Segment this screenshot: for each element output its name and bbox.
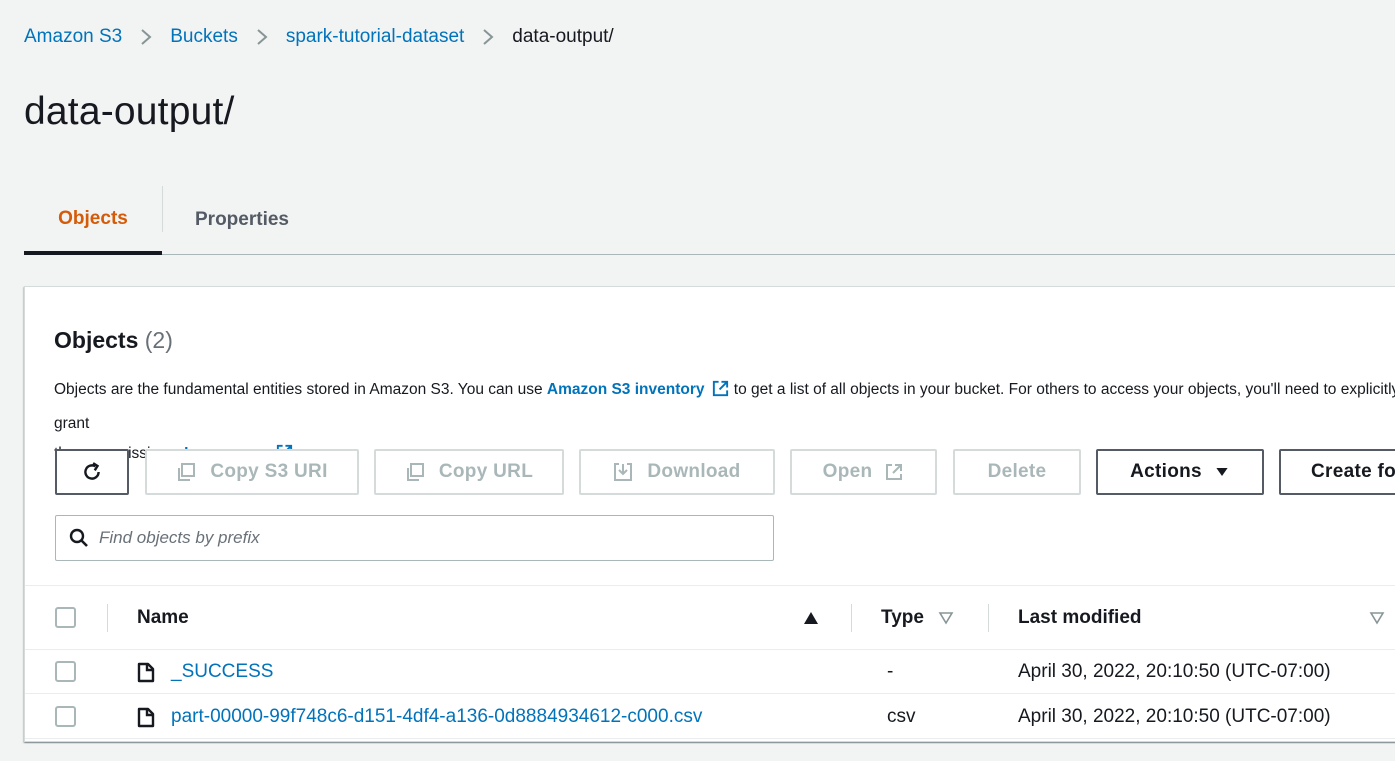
refresh-icon — [81, 461, 103, 483]
copy-url-button[interactable]: Copy URL — [374, 449, 564, 495]
column-header-last-modified[interactable]: Last modified — [1018, 586, 1142, 650]
sort-desc-icon[interactable] — [1369, 586, 1385, 650]
table-row: part-00000-99f748c6-d151-4df4-a136-0d888… — [25, 695, 1395, 739]
object-link[interactable]: _SUCCESS — [171, 661, 273, 683]
objects-toolbar: Copy S3 URI Copy URL Download Open Delet… — [25, 449, 1395, 495]
breadcrumb: Amazon S3 Buckets spark-tutorial-dataset… — [24, 26, 614, 48]
column-divider — [988, 604, 989, 632]
tab-bar: Objects Properties — [24, 186, 1395, 255]
object-name-cell: _SUCCESS — [137, 650, 273, 694]
type-header-label: Type — [881, 607, 924, 628]
download-icon — [613, 462, 633, 482]
breadcrumb-bucket[interactable]: spark-tutorial-dataset — [286, 26, 464, 48]
caret-down-icon — [1214, 464, 1230, 480]
download-button[interactable]: Download — [579, 449, 775, 495]
column-divider — [107, 604, 108, 632]
object-type-cell: - — [887, 661, 894, 682]
tab-properties[interactable]: Properties — [162, 186, 322, 254]
table-row: _SUCCESS - April 30, 2022, 20:10:50 (UTC… — [25, 650, 1395, 694]
external-link-icon — [884, 462, 904, 482]
last-modified-cell: April 30, 2022, 20:10:50 (UTC-07:00) — [1018, 661, 1331, 682]
external-link-icon — [711, 379, 730, 409]
chevron-right-icon — [140, 28, 152, 46]
select-all-checkbox[interactable] — [55, 607, 76, 628]
description-text: Objects are the fundamental entities sto… — [54, 381, 547, 398]
tab-objects[interactable]: Objects — [24, 186, 162, 255]
column-divider — [851, 604, 852, 632]
last-modified-cell: April 30, 2022, 20:10:50 (UTC-07:00) — [1018, 706, 1331, 727]
object-link[interactable]: part-00000-99f748c6-d151-4df4-a136-0d888… — [171, 706, 702, 728]
copy-url-label: Copy URL — [438, 461, 534, 482]
download-label: Download — [647, 461, 741, 482]
objects-count: (2) — [144, 327, 173, 353]
column-header-name[interactable]: Name — [137, 586, 189, 650]
object-type-cell: csv — [887, 706, 916, 727]
file-icon — [137, 662, 155, 683]
copy-icon — [405, 462, 425, 482]
delete-label: Delete — [987, 461, 1047, 482]
search-icon — [69, 528, 89, 548]
object-name-cell: part-00000-99f748c6-d151-4df4-a136-0d888… — [137, 695, 702, 739]
page-title: data-output/ — [24, 90, 235, 133]
inventory-link[interactable]: Amazon S3 inventory — [547, 381, 705, 398]
actions-label: Actions — [1130, 461, 1202, 482]
copy-s3-uri-button[interactable]: Copy S3 URI — [145, 449, 359, 495]
file-icon — [137, 707, 155, 728]
refresh-button[interactable] — [55, 449, 129, 495]
s3-console-page: Amazon S3 Buckets spark-tutorial-dataset… — [0, 0, 1395, 761]
row-checkbox[interactable] — [55, 661, 76, 682]
row-checkbox[interactable] — [55, 706, 76, 727]
chevron-right-icon — [256, 28, 268, 46]
create-folder-button[interactable]: Create folder — [1279, 449, 1395, 495]
objects-panel: Objects (2) Objects are the fundamental … — [24, 286, 1395, 742]
search-box — [55, 515, 774, 561]
objects-title: Objects — [54, 327, 139, 353]
create-folder-label: Create folder — [1311, 461, 1395, 482]
open-button[interactable]: Open — [790, 449, 937, 495]
sort-asc-icon[interactable] — [803, 586, 819, 650]
chevron-right-icon — [482, 28, 494, 46]
objects-header: Objects (2) — [54, 327, 173, 354]
table-header: Name Type Last modified — [25, 585, 1395, 650]
copy-s3-uri-label: Copy S3 URI — [210, 461, 328, 482]
search-input[interactable] — [99, 518, 739, 558]
column-header-type[interactable]: Type — [881, 586, 954, 650]
open-label: Open — [822, 461, 873, 482]
sort-desc-icon — [938, 611, 954, 625]
breadcrumb-current: data-output/ — [512, 26, 614, 47]
copy-icon — [176, 462, 196, 482]
delete-button[interactable]: Delete — [953, 449, 1081, 495]
breadcrumb-buckets[interactable]: Buckets — [170, 26, 238, 48]
actions-dropdown[interactable]: Actions — [1096, 449, 1264, 495]
breadcrumb-amazon-s3[interactable]: Amazon S3 — [24, 26, 122, 48]
